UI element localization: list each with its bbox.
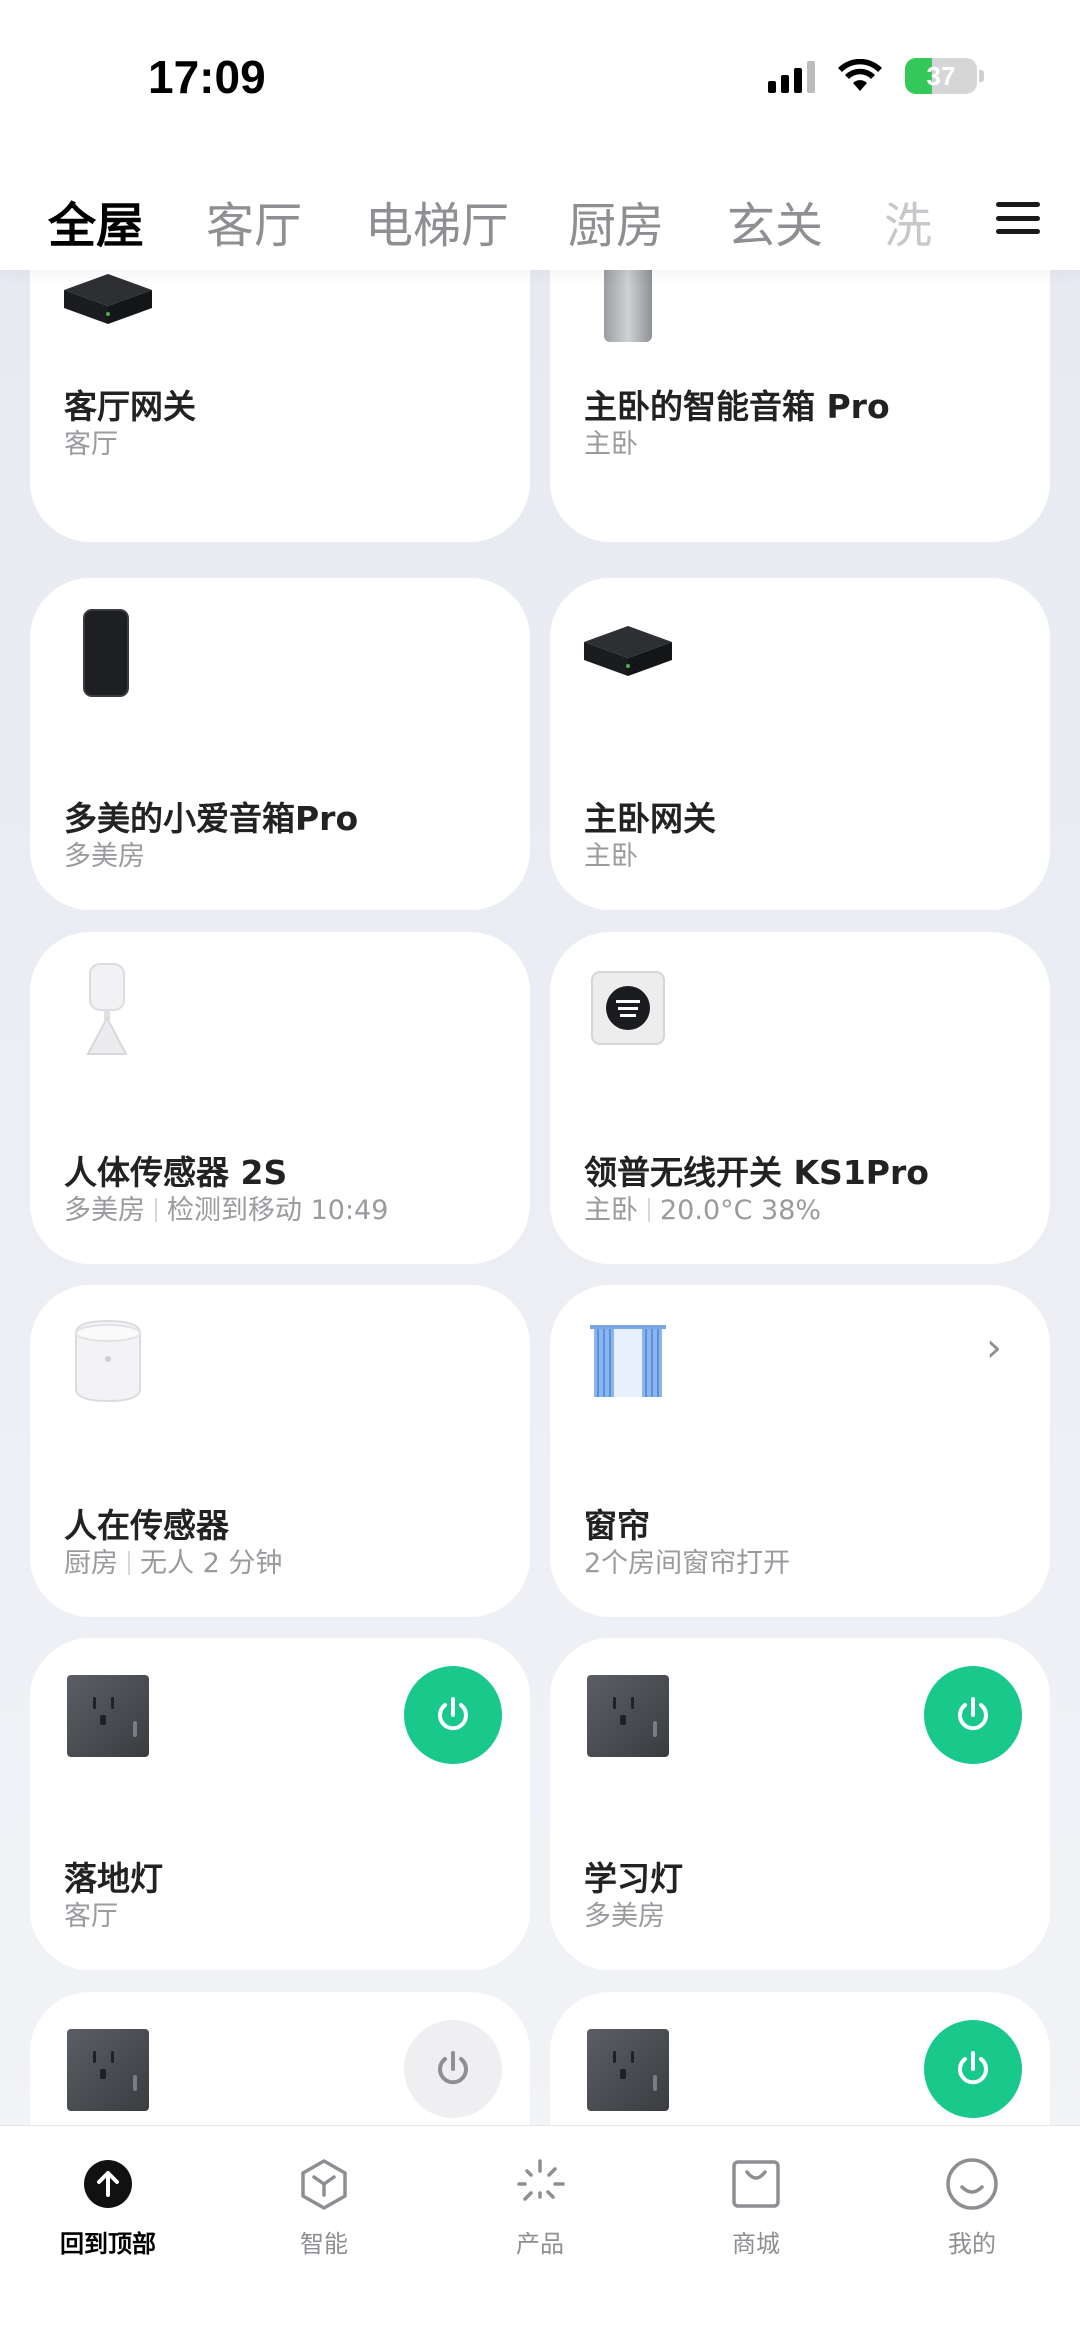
device-room: 客厅 bbox=[64, 429, 118, 460]
device-card[interactable]: 客厅网关 客厅 bbox=[30, 270, 530, 542]
nav-label: 商城 bbox=[732, 2230, 780, 2258]
device-grid: 客厅网关 客厅 主卧的智能音箱 Pro 主卧 多美的小爱音箱Pro 多美房 主卧… bbox=[0, 270, 1080, 2125]
tab-wash[interactable]: 洗 bbox=[884, 186, 932, 256]
device-card[interactable]: 领普无线开关 KS1Pro 主卧 20.0°C 38% bbox=[550, 932, 1050, 1264]
gateway-icon bbox=[584, 626, 672, 676]
device-status: 20.0°C 38% bbox=[660, 1195, 822, 1226]
cube-icon bbox=[294, 2154, 354, 2214]
device-card[interactable]: 主卧的智能音箱 Pro 主卧 bbox=[550, 270, 1050, 542]
power-icon bbox=[438, 2051, 468, 2085]
curtain-icon bbox=[590, 1325, 666, 1397]
socket-icon bbox=[587, 1675, 669, 1757]
power-toggle-button[interactable] bbox=[404, 1666, 502, 1764]
tab-all-rooms[interactable]: 全屋 bbox=[48, 186, 144, 256]
device-room: 多美房 bbox=[584, 1901, 665, 1932]
device-room: 主卧 bbox=[584, 429, 638, 460]
arrow-up-icon bbox=[78, 2154, 138, 2214]
device-room: 厨房 bbox=[64, 1548, 118, 1579]
device-room-status: 厨房 无人 2 分钟 bbox=[64, 1541, 282, 1580]
device-room: 2个房间窗帘打开 bbox=[584, 1548, 791, 1579]
device-name: 窗帘 bbox=[584, 1506, 650, 1545]
status-time: 17:09 bbox=[148, 51, 266, 103]
nav-label: 回到顶部 bbox=[60, 2230, 156, 2258]
presence-sensor-icon bbox=[75, 1319, 141, 1403]
device-status: 检测到移动 10:49 bbox=[167, 1195, 389, 1226]
device-card[interactable]: 主卧网关 主卧 bbox=[550, 578, 1050, 910]
device-room-status: 主卧 20.0°C 38% bbox=[584, 1188, 821, 1227]
power-toggle-button[interactable] bbox=[404, 2020, 502, 2118]
smiley-icon bbox=[942, 2154, 1002, 2214]
chevron-right-icon[interactable]: › bbox=[986, 1325, 1002, 1371]
nav-store[interactable]: 商城 bbox=[676, 2154, 836, 2259]
power-icon bbox=[958, 1697, 988, 1731]
device-name: 学习灯 bbox=[584, 1859, 683, 1898]
power-toggle-button[interactable] bbox=[924, 1666, 1022, 1764]
speaker-black-icon bbox=[83, 609, 129, 697]
nav-products[interactable]: 产品 bbox=[460, 2154, 620, 2259]
battery-icon: 37 bbox=[905, 58, 977, 94]
nav-back-to-top[interactable]: 回到顶部 bbox=[28, 2154, 188, 2259]
wifi-icon bbox=[838, 59, 882, 91]
device-card[interactable] bbox=[550, 1992, 1050, 2125]
device-card[interactable]: 人体传感器 2S 多美房 检测到移动 10:49 bbox=[30, 932, 530, 1264]
cellular-signal-icon bbox=[768, 59, 815, 93]
socket-icon bbox=[67, 2029, 149, 2111]
gateway-icon bbox=[64, 274, 152, 324]
device-name: 人在传感器 bbox=[64, 1506, 229, 1545]
device-room: 主卧 bbox=[584, 1195, 638, 1226]
device-room: 多美房 bbox=[64, 1195, 145, 1226]
speaker-silver-icon bbox=[604, 270, 652, 342]
tab-elevator-hall[interactable]: 电梯厅 bbox=[365, 186, 509, 256]
device-name: 主卧的智能音箱 Pro bbox=[584, 387, 890, 426]
device-card[interactable] bbox=[30, 1992, 530, 2125]
device-card[interactable]: 人在传感器 厨房 无人 2 分钟 bbox=[30, 1285, 530, 1617]
device-card[interactable]: 落地灯 客厅 bbox=[30, 1638, 530, 1970]
nav-label: 我的 bbox=[948, 2230, 996, 2258]
bottom-nav: 回到顶部 智能 产品 商城 我的 bbox=[0, 2125, 1080, 2347]
device-card[interactable]: 学习灯 多美房 bbox=[550, 1638, 1050, 1970]
room-tab-bar: 全屋 客厅 电梯厅 厨房 玄关 洗 bbox=[0, 160, 1080, 270]
device-card[interactable]: 多美的小爱音箱Pro 多美房 bbox=[30, 578, 530, 910]
power-toggle-button[interactable] bbox=[924, 2020, 1022, 2118]
tab-entrance[interactable]: 玄关 bbox=[727, 186, 823, 256]
tab-living-room[interactable]: 客厅 bbox=[206, 186, 302, 256]
device-name: 客厅网关 bbox=[64, 387, 196, 426]
device-card[interactable]: › 窗帘 2个房间窗帘打开 bbox=[550, 1285, 1050, 1617]
device-name: 领普无线开关 KS1Pro bbox=[584, 1153, 929, 1192]
socket-icon bbox=[587, 2029, 669, 2111]
device-name: 多美的小爱音箱Pro bbox=[64, 799, 359, 838]
device-room: 主卧 bbox=[584, 841, 638, 872]
nav-label: 产品 bbox=[516, 2230, 564, 2258]
tab-kitchen[interactable]: 厨房 bbox=[568, 186, 664, 256]
menu-icon[interactable] bbox=[996, 198, 1040, 238]
status-bar: 17:09 37 bbox=[0, 0, 1080, 160]
shopping-bag-icon bbox=[726, 2154, 786, 2214]
status-indicators: 37 bbox=[768, 58, 984, 94]
nav-profile[interactable]: 我的 bbox=[892, 2154, 1052, 2259]
device-name: 落地灯 bbox=[64, 1859, 163, 1898]
device-name: 人体传感器 2S bbox=[64, 1153, 288, 1192]
nav-label: 智能 bbox=[300, 2230, 348, 2258]
motion-sensor-icon bbox=[86, 963, 128, 1055]
device-room-status: 多美房 检测到移动 10:49 bbox=[64, 1188, 388, 1227]
power-icon bbox=[438, 1697, 468, 1731]
battery-percent: 37 bbox=[926, 60, 956, 91]
power-icon bbox=[958, 2051, 988, 2085]
device-status: 无人 2 分钟 bbox=[140, 1548, 283, 1579]
device-room: 客厅 bbox=[64, 1901, 118, 1932]
device-room: 多美房 bbox=[64, 841, 145, 872]
socket-icon bbox=[67, 1675, 149, 1757]
sparkle-icon bbox=[510, 2154, 570, 2214]
nav-smart[interactable]: 智能 bbox=[244, 2154, 404, 2259]
wireless-switch-icon bbox=[591, 971, 665, 1045]
device-name: 主卧网关 bbox=[584, 799, 716, 838]
